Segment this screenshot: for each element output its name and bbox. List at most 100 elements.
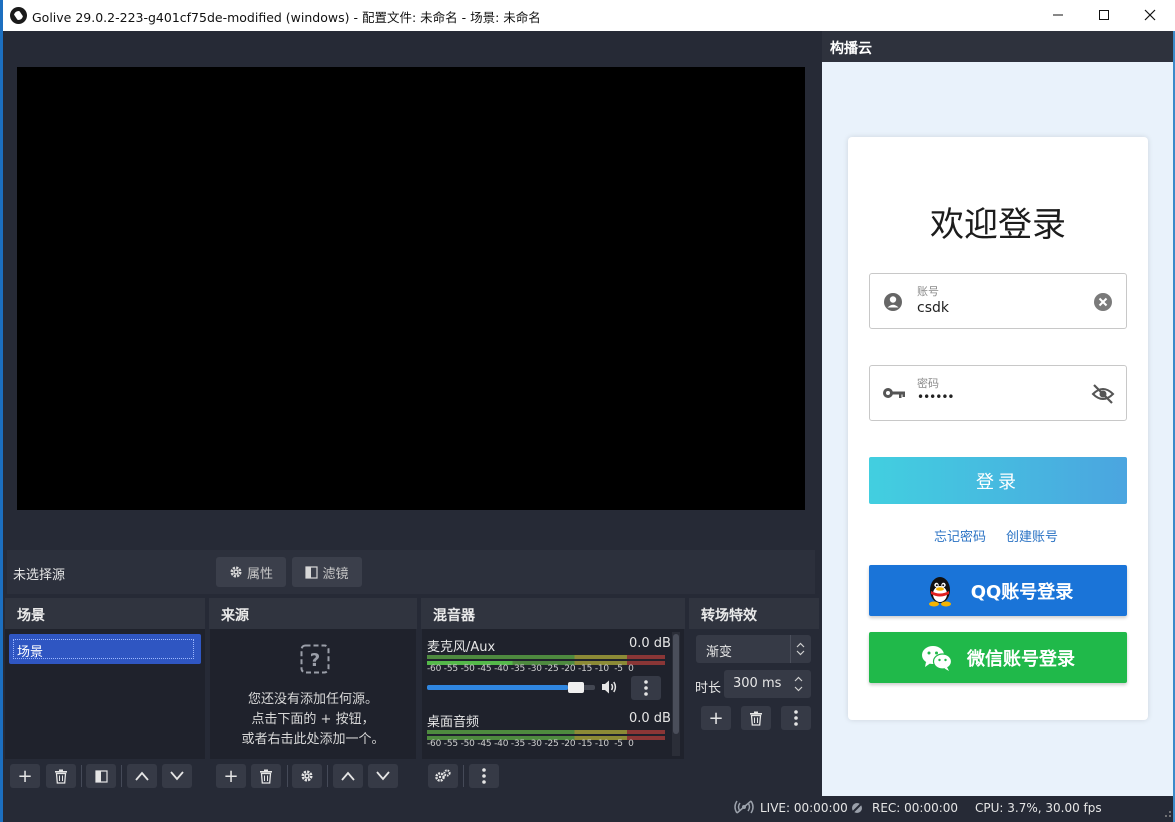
close-button[interactable]: [1127, 0, 1173, 30]
transitions-header: 转场特效: [689, 598, 819, 629]
account-field[interactable]: 账号 csdk: [869, 273, 1127, 329]
more-vertical-icon: [644, 680, 648, 696]
filters-label: 滤镜: [322, 566, 349, 582]
add-scene-button[interactable]: +: [10, 764, 40, 788]
toolbar-separator: [81, 765, 82, 787]
mixer-header: 混音器: [421, 598, 685, 629]
source-move-down-button[interactable]: [368, 764, 398, 788]
volume-slider[interactable]: [427, 682, 595, 693]
close-icon: [1144, 9, 1156, 21]
properties-button[interactable]: 属性: [216, 557, 286, 587]
chevron-down-icon: [170, 771, 184, 781]
mixer-menu-button[interactable]: [469, 764, 499, 788]
account-label: 账号: [917, 285, 939, 298]
chevron-up-icon: [135, 771, 149, 781]
mixer-meter: [427, 730, 665, 734]
mixer-channel-name: 麦克风/Aux: [427, 640, 496, 655]
sources-empty-line2: 点击下面的 + 按钮，: [251, 712, 375, 727]
password-value: ••••••: [917, 390, 954, 404]
chevron-up-icon: [341, 771, 355, 781]
no-source-label: 未选择源: [13, 568, 66, 583]
maximize-button[interactable]: [1081, 0, 1127, 30]
transition-select[interactable]: 渐变: [696, 635, 811, 663]
add-source-button[interactable]: +: [216, 764, 246, 788]
volume-slider-fill: [427, 685, 568, 690]
qq-penguin-icon: [928, 576, 951, 606]
gear-icon: [230, 566, 242, 578]
wechat-login-button[interactable]: 微信账号登录: [869, 632, 1127, 683]
password-label: 密码: [917, 377, 939, 390]
scene-move-down-button[interactable]: [162, 764, 192, 788]
remove-scene-button[interactable]: [46, 764, 76, 788]
app-logo-icon: [10, 7, 27, 24]
mixer-channel-name: 桌面音频: [427, 715, 480, 730]
user-icon: [884, 293, 902, 311]
sources-header: 来源: [209, 598, 417, 629]
qq-login-button[interactable]: QQ账号登录: [869, 565, 1127, 616]
minimize-button[interactable]: [1035, 0, 1081, 30]
duration-spinbox[interactable]: 300 ms: [724, 670, 811, 698]
key-icon: [883, 388, 905, 398]
duration-label: 时长: [695, 681, 722, 696]
duration-value: 300 ms: [733, 676, 782, 691]
gears-icon: [435, 769, 451, 782]
mixer-channel-menu-button[interactable]: [631, 676, 661, 700]
resize-grip-icon[interactable]: [1160, 806, 1172, 818]
scene-move-up-button[interactable]: [127, 764, 157, 788]
speaker-icon[interactable]: [601, 679, 619, 699]
filters-button[interactable]: 滤镜: [292, 557, 362, 587]
maximize-icon: [1099, 10, 1109, 20]
minimize-icon: [1053, 14, 1063, 16]
spin-arrows-icon: [794, 676, 803, 692]
toolbar-separator: [287, 765, 288, 787]
create-account-link[interactable]: 创建账号: [1006, 526, 1058, 545]
add-transition-button[interactable]: +: [701, 706, 731, 730]
trash-icon: [750, 711, 762, 726]
login-title: 欢迎登录: [930, 205, 1066, 245]
trash-icon: [260, 769, 272, 784]
live-signal-icon: [734, 800, 754, 818]
transition-menu-button[interactable]: [781, 706, 811, 730]
chevron-down-icon: [376, 771, 390, 781]
mixer-scale: -60 -55 -50 -45 -40 -35 -30 -25 -20 -15 …: [427, 664, 634, 674]
rec-icon: [850, 801, 864, 819]
wechat-login-label: 微信账号登录: [967, 648, 1075, 670]
updown-chevron-icon: [796, 642, 805, 656]
login-button[interactable]: 登录: [869, 457, 1127, 504]
scene-item-label: 场景: [13, 639, 194, 660]
filter-icon: [94, 769, 108, 783]
source-move-up-button[interactable]: [333, 764, 363, 788]
properties-label: 属性: [246, 566, 273, 582]
cloud-panel-header: 构播云: [822, 31, 1173, 62]
window-title: Golive 29.0.2-223-g401cf75de-modified (w…: [32, 10, 541, 25]
remove-source-button[interactable]: [251, 764, 281, 788]
transition-select-value: 渐变: [706, 645, 733, 660]
cpu-status: CPU: 3.7%, 30.00 fps: [975, 801, 1102, 815]
source-properties-button[interactable]: [292, 764, 322, 788]
password-field[interactable]: 密码 ••••••: [869, 365, 1127, 421]
plus-icon: +: [17, 765, 33, 787]
plus-icon: +: [223, 765, 239, 787]
mixer-scale: -60 -55 -50 -45 -40 -35 -30 -25 -20 -15 …: [427, 739, 634, 749]
filter-icon: [305, 565, 319, 579]
wechat-icon: [922, 645, 953, 671]
gear-icon: [301, 770, 313, 782]
scene-filters-button[interactable]: [86, 764, 116, 788]
rec-timer: REC: 00:00:00: [872, 801, 959, 815]
mixer-channel-level: 0.0 dB: [629, 711, 671, 726]
mixer-meter: [427, 655, 665, 659]
audio-settings-button[interactable]: [428, 764, 458, 788]
eye-off-icon[interactable]: [1091, 383, 1115, 405]
more-vertical-icon: [482, 768, 486, 784]
volume-slider-handle[interactable]: [568, 682, 584, 693]
svg-text:?: ?: [310, 650, 320, 671]
clear-input-icon[interactable]: [1093, 292, 1113, 312]
preview-canvas[interactable]: [17, 67, 805, 510]
live-timer: LIVE: 00:00:00: [760, 801, 848, 815]
scene-item[interactable]: 场景: [9, 634, 201, 664]
plus-icon: +: [708, 707, 724, 729]
mixer-scrollbar[interactable]: [672, 632, 680, 756]
sources-empty-line1: 您还没有添加任何源。: [247, 692, 378, 707]
remove-transition-button[interactable]: [741, 706, 771, 730]
forgot-password-link[interactable]: 忘记密码: [934, 526, 986, 545]
